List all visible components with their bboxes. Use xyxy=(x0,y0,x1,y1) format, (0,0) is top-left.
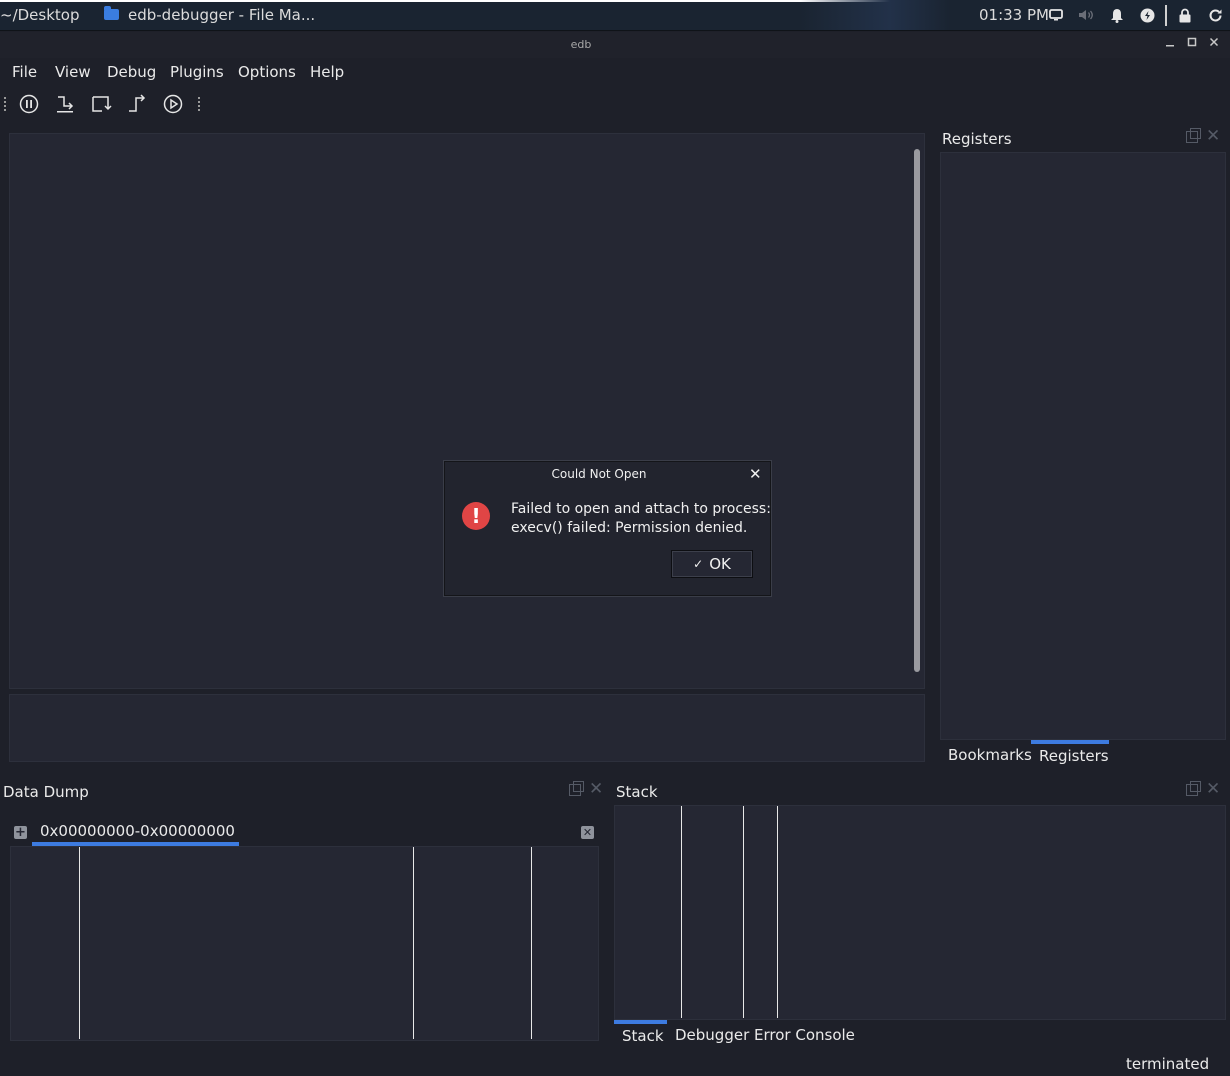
column-divider[interactable] xyxy=(777,806,778,1018)
stack-view[interactable] xyxy=(614,805,1226,1020)
toolbar-grip-end[interactable] xyxy=(198,97,200,111)
registers-dock-controls: ✕ xyxy=(1186,126,1220,146)
display-icon[interactable] xyxy=(1048,7,1064,23)
taskbar-path-label[interactable]: ~/Desktop xyxy=(0,6,79,24)
toolbar-grip[interactable] xyxy=(4,97,6,111)
tab-debugger-error-console[interactable]: Debugger Error Console xyxy=(675,1026,855,1044)
stack-dock-title: Stack xyxy=(616,783,658,801)
pause-icon[interactable] xyxy=(18,93,40,115)
close-icon[interactable]: ✕ xyxy=(1206,126,1220,146)
taskbar-clock[interactable]: 01:33 PM xyxy=(979,6,1049,24)
tab-stack[interactable]: Stack xyxy=(622,1027,664,1045)
tray-separator xyxy=(1165,5,1167,26)
close-tab-icon[interactable]: ✕ xyxy=(581,826,594,839)
menu-bar: File View Debug Plugins Options Help xyxy=(0,58,1230,86)
window-close-button[interactable] xyxy=(1207,36,1221,52)
data-dump-view[interactable] xyxy=(10,846,599,1041)
disassembly-view[interactable] xyxy=(9,133,925,689)
ok-button[interactable]: ✓ OK xyxy=(671,550,753,578)
taskbar-gradient xyxy=(800,0,950,30)
lock-icon[interactable] xyxy=(1177,7,1193,23)
run-icon[interactable] xyxy=(162,93,184,115)
status-text: terminated xyxy=(1126,1055,1210,1073)
menu-debug[interactable]: Debug xyxy=(107,63,156,81)
float-icon[interactable] xyxy=(569,781,584,796)
could-not-open-dialog: Could Not Open ✕ ! Failed to open and at… xyxy=(444,461,771,596)
disassembly-scrollbar[interactable] xyxy=(914,149,920,672)
window-titlebar: edb xyxy=(0,32,1230,58)
data-dump-tab[interactable]: 0x00000000-0x00000000 xyxy=(40,822,235,840)
dialog-title: Could Not Open xyxy=(551,467,647,481)
volume-icon[interactable] xyxy=(1078,7,1094,23)
column-divider[interactable] xyxy=(681,806,682,1018)
stack-dock-controls: ✕ xyxy=(1186,779,1220,799)
ok-button-label: OK xyxy=(709,555,731,573)
stack-tab-indicator xyxy=(614,1020,667,1024)
menu-view[interactable]: View xyxy=(55,63,91,81)
menu-options[interactable]: Options xyxy=(238,63,296,81)
tab-bookmarks[interactable]: Bookmarks xyxy=(948,746,1032,764)
refresh-icon[interactable] xyxy=(1207,7,1223,23)
column-divider[interactable] xyxy=(531,847,532,1039)
window-title: edb xyxy=(570,38,592,51)
taskbar-decoration xyxy=(0,0,895,2)
menu-plugins[interactable]: Plugins xyxy=(170,63,224,81)
registers-dock-title: Registers xyxy=(942,130,1012,148)
float-icon[interactable] xyxy=(1186,781,1201,796)
bell-icon[interactable] xyxy=(1109,7,1125,23)
column-divider[interactable] xyxy=(743,806,744,1018)
step-into-icon[interactable] xyxy=(54,93,76,115)
checkmark-icon: ✓ xyxy=(693,557,704,571)
data-dump-dock-title: Data Dump xyxy=(3,783,89,801)
dialog-close-icon[interactable]: ✕ xyxy=(749,465,762,483)
folder-icon xyxy=(104,6,119,20)
error-icon: ! xyxy=(462,502,490,530)
instruction-info-box xyxy=(9,694,925,762)
close-icon[interactable]: ✕ xyxy=(1206,779,1220,799)
column-divider[interactable] xyxy=(79,847,80,1039)
taskbar-window-button[interactable]: edb-debugger - File Ma... xyxy=(128,6,315,24)
minimize-button[interactable] xyxy=(1163,36,1177,52)
registers-view[interactable] xyxy=(940,152,1226,740)
column-divider[interactable] xyxy=(413,847,414,1039)
menu-file[interactable]: File xyxy=(12,63,37,81)
add-tab-icon[interactable]: + xyxy=(14,826,27,839)
menu-help[interactable]: Help xyxy=(310,63,344,81)
registers-tab-indicator xyxy=(1031,740,1109,744)
system-taskbar: ~/Desktop edb-debugger - File Ma... 01:3… xyxy=(0,0,1230,31)
float-icon[interactable] xyxy=(1186,128,1201,143)
data-dump-dock-controls: ✕ xyxy=(569,779,603,799)
step-over-icon[interactable] xyxy=(90,93,112,115)
power-icon[interactable] xyxy=(1139,7,1155,23)
toolbar xyxy=(0,89,260,119)
close-icon[interactable]: ✕ xyxy=(589,779,603,799)
maximize-button[interactable] xyxy=(1185,36,1199,52)
dialog-message-line2: execv() failed: Permission denied. xyxy=(511,520,748,536)
dialog-message-line1: Failed to open and attach to process: xyxy=(511,501,771,517)
tab-registers[interactable]: Registers xyxy=(1039,747,1109,765)
step-out-icon[interactable] xyxy=(126,93,148,115)
